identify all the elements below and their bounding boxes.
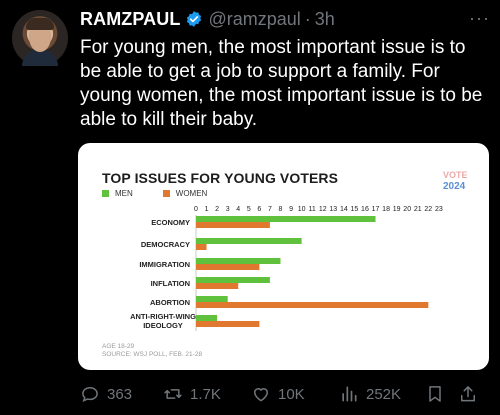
reply-count: 363 <box>107 385 133 403</box>
x-tick-label: 21 <box>414 206 422 213</box>
separator-dot: · <box>304 8 311 29</box>
bar-women <box>196 222 270 228</box>
handle[interactable]: @ramzpaul <box>208 9 300 30</box>
bar-men <box>196 296 228 302</box>
x-tick-label: 5 <box>247 206 251 213</box>
x-tick-label: 13 <box>329 206 337 213</box>
bar-chart: 0 1 2 3 4 5 6 7 8 9 10 11 12 13 14 15 16 17 18 19 20 21 22 23EC… <box>130 206 443 331</box>
footnote-source: SOURCE: WSJ POLL, FEB. 21-28 <box>102 351 203 358</box>
more-options-icon[interactable]: ··· <box>469 8 490 29</box>
category-label: ABORTION <box>150 298 190 307</box>
x-tick-label: 0 <box>194 206 198 213</box>
views-icon <box>342 386 357 402</box>
category-label: ANTI-RIGHT-WING <box>130 312 196 321</box>
bar-women <box>196 283 239 289</box>
bar-women <box>196 302 429 308</box>
reply-button[interactable]: 363 <box>80 384 132 404</box>
x-tick-label: 1 <box>205 206 209 213</box>
x-tick-label: 23 <box>435 206 443 213</box>
x-tick-label: 3 <box>226 206 230 213</box>
like-count: 10K <box>278 385 305 403</box>
footnote-age: AGE 18-29 <box>102 343 135 350</box>
bar-men <box>196 315 218 321</box>
bar-men <box>196 277 270 283</box>
x-tick-label: 11 <box>309 206 316 213</box>
x-tick-label: 7 <box>268 206 272 213</box>
chart-card[interactable]: TOP ISSUES FOR YOUNG VOTERS VOTE 2024 ME… <box>78 143 489 370</box>
bar-women <box>196 321 260 327</box>
like-button[interactable]: 10K <box>251 384 305 404</box>
category-label: DEMOCRACY <box>141 240 190 249</box>
share-button[interactable] <box>458 384 478 404</box>
bar-men <box>196 238 302 244</box>
category-label: IMMIGRATION <box>139 260 190 269</box>
x-tick-label: 4 <box>236 206 240 213</box>
avatar[interactable] <box>12 10 68 66</box>
x-tick-label: 8 <box>279 206 283 213</box>
category-label: ECONOMY <box>151 218 190 227</box>
category-label: INFLATION <box>151 279 190 288</box>
verified-badge-icon <box>187 11 202 27</box>
retweet-button[interactable]: 1.7K <box>163 384 221 404</box>
views-count: 252K <box>366 385 402 403</box>
bar-women <box>196 244 207 250</box>
x-tick-label: 16 <box>361 206 369 213</box>
bookmark-icon <box>429 386 441 402</box>
tweet-header: RAMZPAUL @ramzpaul · 3h <box>80 8 335 30</box>
bar-men <box>196 258 281 264</box>
x-tick-label: 17 <box>372 206 380 213</box>
heart-icon <box>254 388 268 402</box>
action-bar: 363 1.7K 10K 252K <box>0 384 500 410</box>
reply-icon <box>82 386 98 402</box>
x-tick-label: 12 <box>319 206 327 213</box>
x-tick-label: 18 <box>382 206 390 213</box>
x-tick-label: 10 <box>298 206 306 213</box>
x-tick-label: 20 <box>403 206 411 213</box>
share-icon <box>461 386 475 402</box>
retweet-count: 1.7K <box>190 385 221 403</box>
x-tick-label: 19 <box>393 206 401 213</box>
retweet-icon <box>164 389 182 399</box>
avatar-hair <box>26 18 54 30</box>
x-tick-label: 22 <box>424 206 432 213</box>
x-tick-label: 9 <box>289 206 293 213</box>
x-tick-label: 14 <box>340 206 348 213</box>
bookmark-button[interactable] <box>425 384 445 404</box>
avatar-shirt <box>22 50 58 66</box>
category-label: IDEOLOGY <box>143 321 183 330</box>
x-tick-label: 2 <box>215 206 219 213</box>
x-tick-label: 6 <box>257 206 261 213</box>
chart-footnote: AGE 18-29 SOURCE: WSJ POLL, FEB. 21-28 <box>102 343 202 359</box>
bar-men <box>196 216 376 222</box>
views-button[interactable]: 252K <box>339 384 401 404</box>
tweet-text: For young men, the most important issue … <box>80 37 483 130</box>
display-name[interactable]: RAMZPAUL <box>80 9 180 30</box>
x-tick-label: 15 <box>351 206 359 213</box>
timestamp[interactable]: 3h <box>315 9 335 30</box>
bar-women <box>196 264 260 270</box>
